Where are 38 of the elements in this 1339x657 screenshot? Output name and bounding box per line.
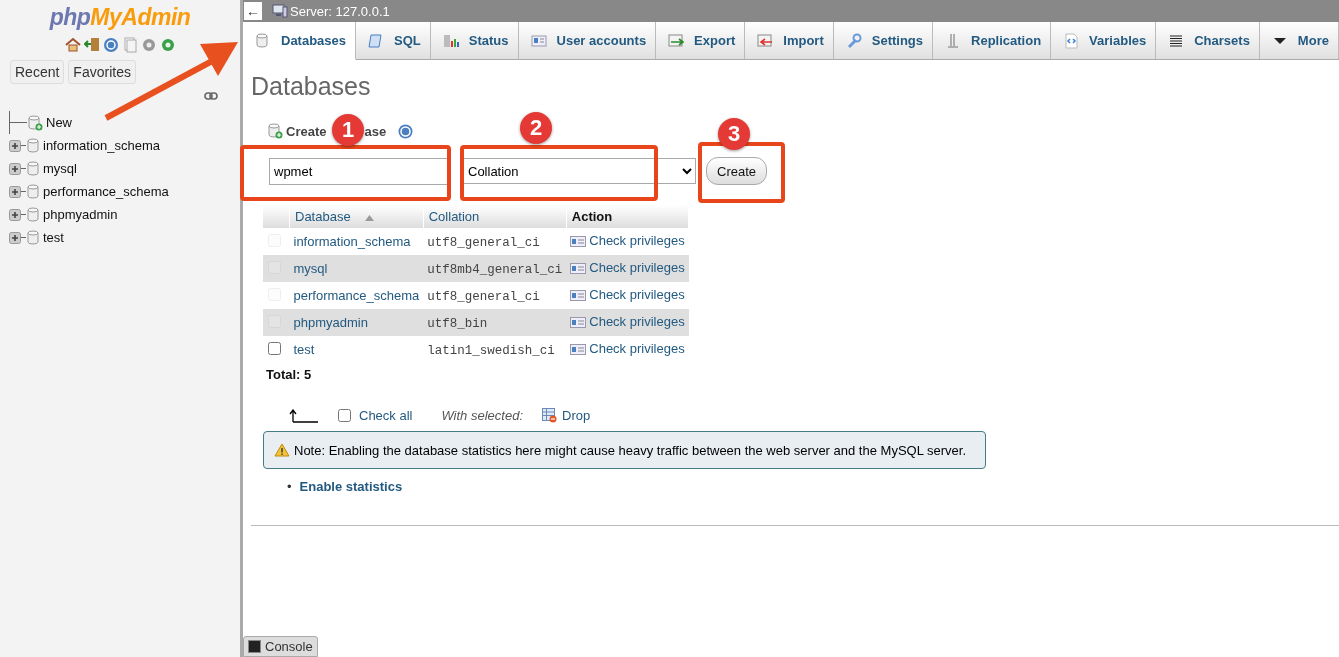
collation-cell: latin1_swedish_ci [427, 343, 555, 358]
check-privileges-link[interactable]: Check privileges [570, 341, 685, 357]
check-all-label[interactable]: Check all [359, 408, 413, 423]
collation-cell: utf8_general_ci [427, 235, 540, 250]
list-bullet: • [287, 479, 292, 494]
database-name-field[interactable]: wpmet [269, 157, 449, 185]
drop-button[interactable]: Drop [542, 408, 591, 423]
create-button[interactable]: Create [706, 157, 768, 185]
tree-item[interactable]: information_schema [43, 138, 161, 153]
console-label: Console [265, 639, 313, 654]
collation-cell: utf8_general_ci [427, 289, 540, 304]
step-number-badge: 3 [718, 118, 750, 150]
collation-cell: utf8_bin [427, 316, 488, 331]
tree-item[interactable]: mysql [43, 161, 77, 176]
with-selected-label: With selected: [441, 408, 523, 423]
create-database-label: Create [286, 123, 327, 139]
collation-cell: utf8mb4_general_ci [427, 262, 563, 277]
collation-dropdown[interactable]: Collation [463, 158, 696, 184]
sidebar-tab-button[interactable]: Recent [10, 60, 65, 84]
nav-tab[interactable]: Databases [243, 22, 357, 60]
tree-item[interactable]: phpmyadmin [43, 207, 118, 222]
sidebar-tab-button[interactable]: Favorites [68, 60, 136, 84]
page-title: Databases [251, 72, 372, 101]
logo[interactable]: phpMyAdmin [0, 4, 240, 31]
note-text: Note: Enabling the database statistics here might cause heavy traffic between the web server and the MySQL server. [294, 442, 967, 458]
tree-item[interactable]: New [46, 115, 72, 130]
create-database-label: ase [364, 123, 387, 139]
server-title[interactable]: Server: 127.0.0.1 [290, 3, 390, 19]
console-tab[interactable]: Console [243, 636, 318, 657]
step-number-badge: 1 [332, 114, 364, 146]
tree-item[interactable]: test [43, 230, 64, 245]
total-count: Total: 5 [266, 367, 313, 382]
step-number-badge: 2 [520, 112, 552, 144]
database-link[interactable]: test [293, 342, 315, 357]
back-button[interactable]: ← [244, 2, 262, 20]
enable-statistics-link[interactable]: Enable statistics [299, 479, 403, 494]
column-header: Action [571, 209, 613, 224]
tree-item[interactable]: performance_schema [43, 184, 169, 199]
